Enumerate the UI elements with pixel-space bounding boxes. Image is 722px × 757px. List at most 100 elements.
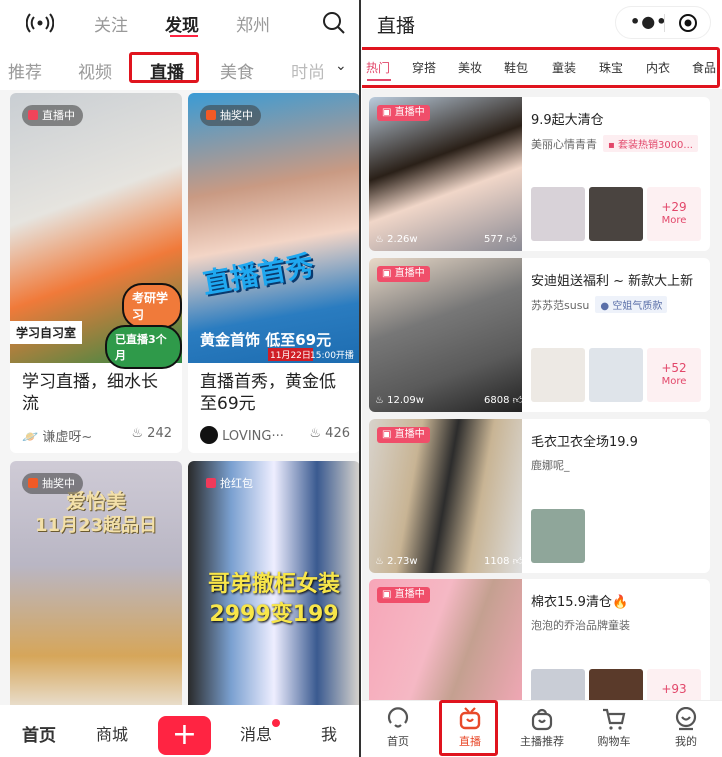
status-badge: 直播中 [22, 105, 83, 126]
live-cover-image: 哥弟撤柜女装 2999变199 [188, 461, 359, 721]
product-thumbnail[interactable] [531, 509, 585, 563]
nav-label: 首页 [387, 735, 409, 748]
anchor-name[interactable]: 美丽心情青青 [531, 138, 597, 151]
product-thumbnail[interactable] [589, 187, 643, 241]
nav-item[interactable]: 首页 [368, 701, 428, 749]
active-tab-indicator [367, 79, 391, 81]
capsule-menu: •●• [615, 6, 711, 39]
category-tab[interactable]: 穿搭 [412, 59, 436, 76]
anchor-row: 美丽心情青青 ▪ 套装热销3000... [531, 135, 698, 152]
thumbs-up-icon: 👍︎ [512, 556, 524, 567]
room-title: 棉衣15.9清仓🔥 [531, 595, 629, 610]
live-room-card[interactable]: ▣ 直播中 ♨ 2.73w 1108 👍︎ 毛衣卫衣全场19.9 鹿娜呢_ [369, 419, 710, 573]
bottom-nav: 首页 直播 主播推荐 购物车 我的 [362, 700, 722, 757]
anchor-name[interactable]: 泡泡的乔治品牌童装 [531, 619, 630, 632]
product-thumbnail[interactable] [531, 348, 585, 402]
card-title: 学习直播，细水长流 [22, 372, 158, 414]
anchor-name[interactable]: 鹿娜呢_ [531, 459, 570, 472]
view-count: ♨ 12.09w [375, 395, 424, 406]
card-meta: 🪐 谦虚呀~ ♨ 242 [22, 426, 182, 445]
channel-video[interactable]: 视频 [78, 58, 112, 83]
card-title: 直播首秀，黄金低至69元 [200, 372, 336, 414]
nav-mall[interactable]: 商城 [96, 721, 128, 745]
cover-overlay-text: 哥弟撤柜女装 [207, 572, 340, 597]
status-badge: 抽奖中 [200, 105, 261, 126]
status-badge: ▣ 直播中 [377, 587, 430, 603]
cover-overlay-text: 考研学习 [122, 283, 182, 329]
channel-recommend[interactable]: 推荐 [8, 58, 42, 83]
channel-live[interactable]: 直播 [150, 58, 184, 83]
live-card[interactable]: 哥弟撤柜女装 2999变199 抢红包 [188, 461, 359, 721]
category-tabs: 热门 穿搭 美妆 鞋包 童装 珠宝 内衣 食品 [362, 46, 722, 89]
live-card[interactable]: 直播首秀 黄金首饰 低至69元 11月22日 15:00开播 抽奖中 直播首秀，… [188, 93, 359, 453]
category-tab[interactable]: 珠宝 [599, 59, 623, 76]
cover-overlay-text: 黄金首饰 低至69元 [200, 331, 332, 349]
status-badge: ▣ 直播中 [377, 266, 430, 282]
heat-count: ♨ 242 [131, 426, 172, 441]
live-card[interactable]: 考研学习 已直播3个月 学习自习室 直播中 学习直播，细水长流 🪐 谦虚呀~ ♨ … [10, 93, 182, 453]
live-cover-image: 爱怡美 11月23超品日 [10, 461, 182, 721]
nav-item[interactable]: 购物车 [584, 701, 644, 749]
red-envelope-icon [206, 478, 216, 488]
category-tab[interactable]: 内衣 [646, 59, 670, 76]
notification-dot [272, 719, 280, 727]
divider [664, 14, 665, 32]
author-name[interactable]: LOVING··· [222, 429, 284, 444]
tab-follow[interactable]: 关注 [94, 11, 128, 36]
broadcast-icon[interactable] [26, 13, 54, 33]
author-name[interactable]: 谦虚呀~ [42, 430, 92, 445]
anchor-row: 鹿娜呢_ [531, 457, 570, 473]
chevron-down-icon[interactable]: ⌄ [335, 58, 347, 74]
live-icon: ▣ [382, 107, 392, 118]
bottom-nav: 首页 商城 + 消息 我 [0, 705, 359, 757]
nav-item[interactable]: 我的 [656, 701, 716, 749]
title-bar: 直播 •●• [362, 0, 722, 46]
planet-icon: 🪐 [22, 430, 39, 445]
room-title: 9.9起大清仓 [531, 113, 604, 128]
tag-icon: ● [600, 301, 610, 312]
nav-item[interactable]: 主播推荐 [512, 701, 572, 749]
live-icon: ▣ [382, 589, 392, 600]
tab-city[interactable]: 郑州 [236, 11, 270, 36]
active-tab-indicator [170, 35, 198, 37]
channel-food[interactable]: 美食 [220, 58, 254, 83]
status-badge: 抢红包 [200, 473, 261, 494]
like-count: 1108 👍︎ [484, 556, 524, 567]
category-tab[interactable]: 美妆 [458, 59, 482, 76]
heat-count: ♨ 426 [309, 426, 350, 441]
target-icon[interactable] [678, 13, 698, 33]
search-icon[interactable] [322, 11, 346, 35]
anchor-name[interactable]: 苏苏范susu [531, 299, 589, 312]
avatar [200, 426, 218, 444]
category-tab[interactable]: 食品 [692, 59, 716, 76]
nav-home[interactable]: 首页 [22, 721, 56, 746]
product-tag: ● 空姐气质款 [595, 296, 668, 313]
category-tab[interactable]: 鞋包 [504, 59, 528, 76]
tab-discover[interactable]: 发现 [165, 11, 199, 36]
category-tab[interactable]: 热门 [366, 59, 390, 76]
more-dots-icon[interactable]: •●• [630, 12, 667, 31]
nav-me[interactable]: 我 [321, 721, 337, 745]
nav-label: 购物车 [597, 735, 631, 748]
more-products-button[interactable]: +29 More [647, 187, 701, 241]
nav-label: 主播推荐 [520, 735, 564, 748]
cover-overlay-text: 11月23超品日 [34, 515, 158, 536]
nav-item[interactable]: 直播 [440, 701, 500, 749]
product-tag: ▪ 套装热销3000... [603, 135, 698, 152]
cover-overlay-text: 15:00开播 [310, 351, 354, 361]
live-cover-image: 直播首秀 黄金首饰 低至69元 11月22日 15:00开播 [188, 93, 359, 363]
product-thumbnail[interactable] [589, 348, 643, 402]
live-room-card[interactable]: ▣ 直播中 ♨ 12.09w 6808 👍︎ 安迪姐送福利 ~ 新款大上新 苏苏范su… [369, 258, 710, 412]
live-icon [28, 110, 38, 120]
product-thumbnail[interactable] [531, 187, 585, 241]
nav-messages[interactable]: 消息 [240, 721, 272, 745]
live-card[interactable]: 爱怡美 11月23超品日 抽奖中 [10, 461, 182, 721]
room-title: 安迪姐送福利 ~ 新款大上新 [531, 274, 694, 289]
room-title: 毛衣卫衣全场19.9 [531, 435, 638, 450]
more-products-button[interactable]: +52 More [647, 348, 701, 402]
cart-icon [603, 708, 626, 730]
category-tab[interactable]: 童装 [552, 59, 576, 76]
publish-button[interactable]: + [158, 716, 211, 755]
live-room-card[interactable]: ▣ 直播中 ♨ 2.26w 577 👍︎ 9.9起大清仓 美丽心情青青 ▪ 套装热销30… [369, 97, 710, 251]
channel-fashion[interactable]: 时尚 [291, 58, 325, 83]
